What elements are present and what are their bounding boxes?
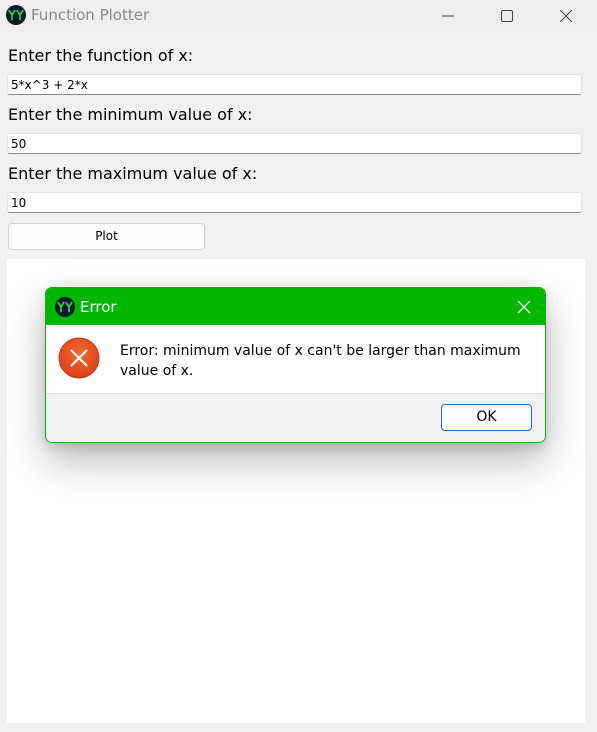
max-value-label: Enter the maximum value of x:	[8, 164, 258, 183]
dialog-footer: OK	[46, 393, 545, 442]
function-plotter-window: Function Plotter Enter the function of x…	[0, 0, 597, 732]
ok-button[interactable]: OK	[441, 404, 532, 431]
minimize-button[interactable]	[425, 0, 471, 32]
minimize-icon	[442, 15, 454, 17]
yy-logo-icon	[55, 297, 75, 317]
maximize-button[interactable]	[484, 0, 530, 32]
min-value-label: Enter the minimum value of x:	[8, 105, 253, 124]
error-icon	[58, 337, 100, 379]
function-label: Enter the function of x:	[8, 46, 194, 65]
dialog-close-button[interactable]	[511, 294, 537, 320]
dialog-title-bar[interactable]: Error	[46, 288, 545, 325]
close-icon	[560, 10, 572, 22]
title-bar[interactable]: Function Plotter	[0, 0, 597, 32]
min-value-input[interactable]: 50	[7, 133, 582, 154]
yy-logo-icon	[6, 5, 26, 25]
close-icon	[517, 300, 531, 314]
maximize-icon	[501, 10, 513, 22]
max-value-input[interactable]: 10	[7, 192, 582, 213]
error-dialog: Error Error: minimum value of x can't be…	[45, 287, 546, 443]
dialog-body: Error: minimum value of x can't be large…	[46, 325, 545, 393]
function-input[interactable]: 5*x^3 + 2*x	[7, 74, 582, 95]
plot-button[interactable]: Plot	[8, 223, 205, 250]
error-message: Error: minimum value of x can't be large…	[120, 343, 521, 379]
close-button[interactable]	[543, 0, 589, 32]
dialog-title: Error	[80, 298, 117, 316]
window-title: Function Plotter	[31, 6, 150, 24]
